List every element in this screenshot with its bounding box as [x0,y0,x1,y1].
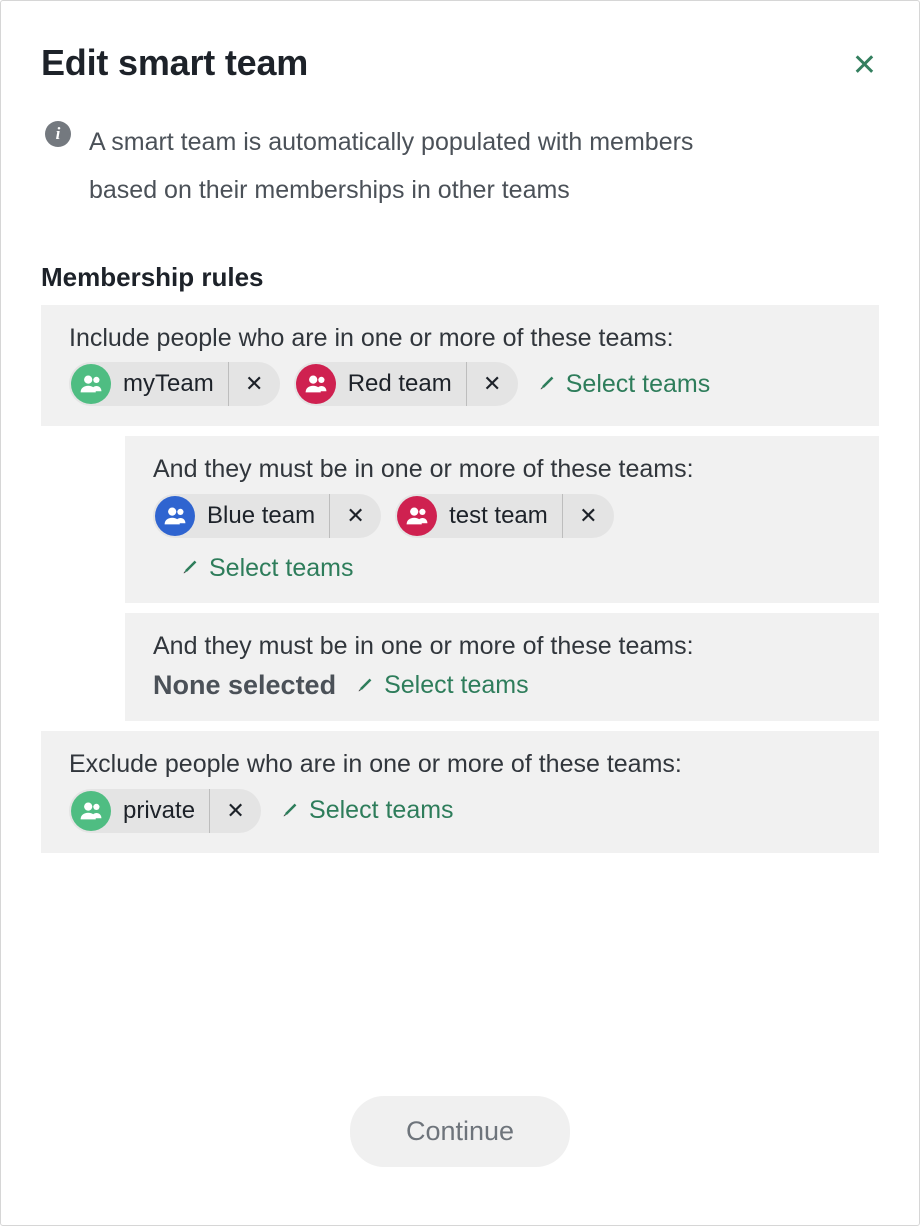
dialog-footer: Continue [1,1096,919,1167]
team-chip: test team ✕ [395,493,614,538]
pencil-icon [279,801,299,821]
remove-team-icon[interactable]: ✕ [561,493,614,538]
membership-rules-heading: Membership rules [41,262,264,292]
info-note-text: A smart team is automatically populated … [89,128,694,204]
rule-label: And they must be in one or more of these… [153,632,694,660]
rule-body: None selected Select teams [153,670,851,701]
select-teams-link[interactable]: Select teams [536,369,711,399]
team-chip: myTeam ✕ [69,362,280,407]
rule-label: And they must be in one or more of these… [153,455,694,484]
rule-body: private ✕ Select teams [69,788,851,833]
select-teams-link[interactable]: Select teams [179,554,354,583]
select-teams-link[interactable]: Select teams [279,796,454,825]
select-teams-link[interactable]: Select teams [354,671,529,700]
info-note: i A smart team is automatically populate… [41,118,879,214]
edit-smart-team-dialog: Edit smart team ✕ i A smart team is auto… [0,0,920,1226]
rule-label: Include people who are in one or more of… [69,324,674,352]
close-icon[interactable]: ✕ [850,47,879,85]
team-avatar-icon [71,790,111,831]
rule-label: Exclude people who are in one or more of… [69,750,682,779]
team-chip: Red team ✕ [293,362,518,407]
team-chip-label: Red team [347,370,452,398]
select-teams-label: Select teams [309,796,454,824]
select-teams-label: Select teams [209,553,354,582]
continue-button[interactable]: Continue [349,1096,571,1167]
team-avatar-icon [295,364,336,405]
remove-team-icon[interactable]: ✕ [227,362,280,407]
select-teams-label: Select teams [565,369,711,398]
team-chip: Blue team ✕ [153,493,382,538]
select-teams-label: Select teams [384,671,529,700]
rule-panel: Include people who are in one or more of… [41,305,879,427]
team-chip-label: myTeam [123,370,214,398]
rule-panel: And they must be in one or more of these… [125,436,879,603]
team-chip-label: private [123,796,196,824]
dialog-header: Edit smart team ✕ [41,1,879,85]
remove-team-icon[interactable]: ✕ [209,788,261,833]
remove-team-icon[interactable]: ✕ [329,493,381,538]
none-selected-text: None selected [153,670,337,701]
team-chip: private ✕ [69,788,262,833]
rule-body: Blue team ✕ test team ✕ [153,493,851,538]
select-teams-row: Select teams [153,554,851,584]
rule-body: myTeam ✕ Red team ✕ Select teams [69,362,851,407]
team-chip-label: test team [449,501,548,529]
pencil-icon [179,558,199,578]
membership-rules-list: Include people who are in one or more of… [41,305,879,853]
remove-team-icon[interactable]: ✕ [465,362,518,407]
rule-panel: And they must be in one or more of these… [125,613,879,722]
team-chip-label: Blue team [207,501,316,529]
team-avatar-icon [397,495,438,536]
pencil-icon [536,374,556,394]
rule-panel: Exclude people who are in one or more of… [41,731,879,853]
team-avatar-icon [155,495,195,536]
team-avatar-icon [71,364,111,405]
page-title: Edit smart team [41,42,309,83]
pencil-icon [354,676,374,696]
info-icon: i [45,121,71,147]
